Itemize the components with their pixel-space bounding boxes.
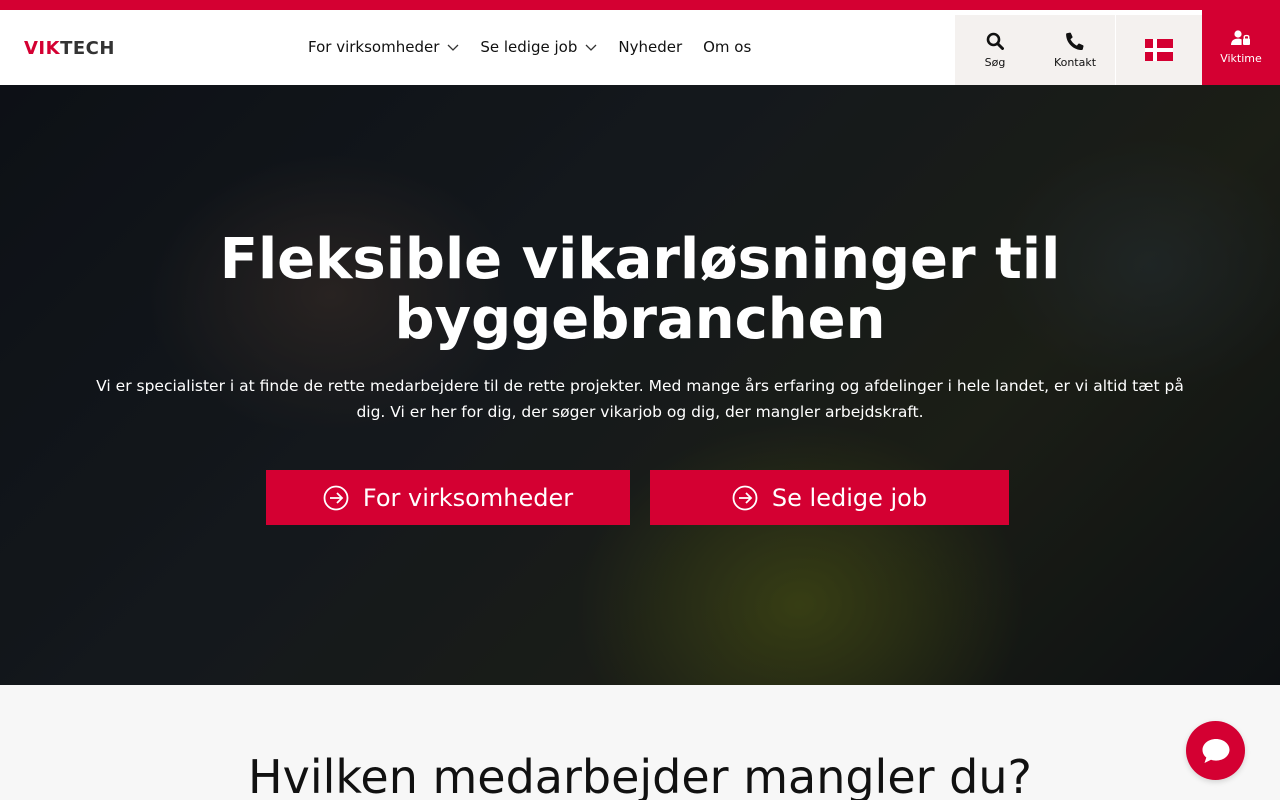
button-label: Se ledige job: [771, 483, 928, 512]
site-header: VIK TECH For virksomheder Se ledige job N…: [0, 10, 1280, 85]
nav-item-for-virksomheder[interactable]: For virksomheder: [308, 38, 459, 56]
chat-bubble-icon: [1202, 738, 1229, 763]
section-title: Hvilken medarbejder mangler du?: [248, 750, 1032, 800]
logo-text-vik: VIK: [24, 37, 61, 59]
hero-text: Vi er specialister i at finde de rette m…: [96, 377, 1184, 421]
contact-button[interactable]: Kontakt: [1035, 15, 1115, 85]
search-icon: [986, 32, 1004, 50]
arrow-circle-right-icon: [732, 485, 758, 510]
nav-item-om-os[interactable]: Om os: [703, 38, 751, 56]
nav-item-label: Se ledige job: [480, 38, 578, 56]
for-virksomheder-button[interactable]: For virksomheder: [266, 470, 630, 525]
language-selector[interactable]: [1116, 15, 1202, 85]
viktime-label: Viktime: [1220, 52, 1262, 65]
nav-item-se-ledige-job[interactable]: Se ledige job: [480, 38, 597, 56]
viktime-button[interactable]: Viktime: [1202, 10, 1280, 85]
chevron-down-icon: [447, 44, 459, 51]
button-label: For virksomheder: [362, 483, 574, 512]
user-lock-icon: [1231, 30, 1250, 45]
main-nav: For virksomheder Se ledige job Nyheder O…: [308, 36, 772, 58]
danish-flag-icon: [1145, 39, 1173, 61]
contact-label: Kontakt: [1053, 55, 1097, 69]
search-button[interactable]: Søg: [955, 15, 1035, 85]
phone-icon: [1066, 32, 1084, 50]
se-ledige-job-button[interactable]: Se ledige job: [650, 470, 1009, 525]
top-accent-stripe: [0, 0, 1280, 10]
hero-title: Fleksible vikarløsninger til byggebranch…: [219, 227, 1061, 352]
nav-item-label: Nyheder: [618, 38, 683, 56]
chevron-down-icon: [585, 44, 597, 51]
arrow-circle-right-icon: [323, 485, 349, 510]
viktech-logo[interactable]: VIK TECH: [24, 36, 115, 60]
chat-button[interactable]: [1186, 721, 1245, 780]
nav-item-label: Om os: [703, 38, 752, 56]
nav-item-nyheder[interactable]: Nyheder: [618, 38, 682, 56]
hero-section: Fleksible vikarløsninger til byggebranch…: [0, 85, 1280, 685]
nav-item-label: For virksomheder: [308, 38, 440, 56]
logo-text-tech: TECH: [60, 37, 115, 59]
search-label: Søg: [984, 55, 1006, 69]
